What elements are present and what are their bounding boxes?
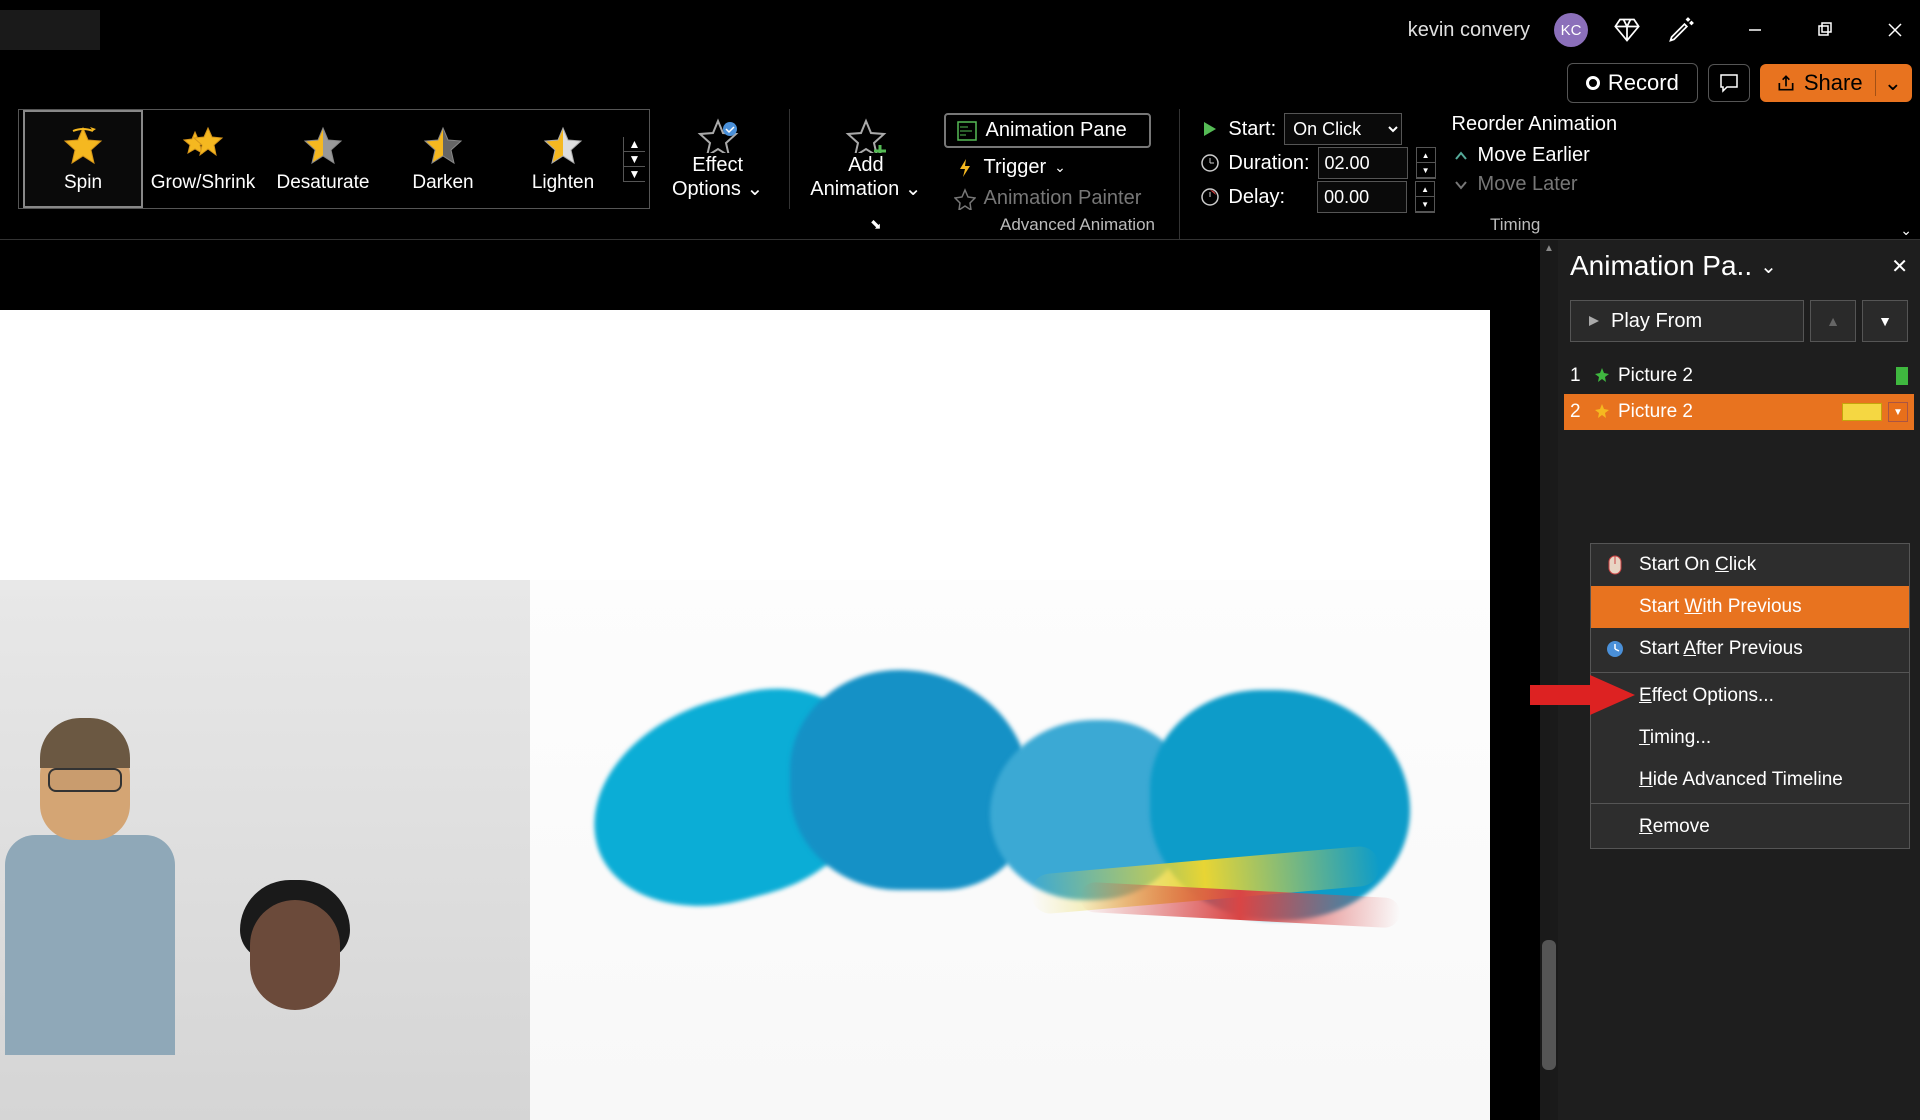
lighten-star-icon xyxy=(535,124,591,168)
delay-down[interactable]: ▼ xyxy=(1416,197,1434,212)
record-icon xyxy=(1586,76,1600,90)
delay-label: Delay: xyxy=(1228,186,1285,209)
clock-icon xyxy=(1603,637,1627,661)
effect-options-icon xyxy=(696,117,740,153)
painter-star-icon xyxy=(954,188,976,210)
maximize-button[interactable] xyxy=(1810,15,1840,45)
entrance-star-icon xyxy=(1592,366,1612,386)
app-tab-placeholder xyxy=(0,10,100,50)
gallery-scroll-down[interactable]: ▼ xyxy=(624,152,645,167)
grow-shrink-star-icon xyxy=(175,124,231,168)
start-label: Start: xyxy=(1228,118,1276,141)
panel-dropdown-icon[interactable]: ⌄ xyxy=(1760,254,1777,279)
timing-bar xyxy=(1842,403,1882,421)
play-triangle-icon xyxy=(1587,314,1601,328)
user-avatar[interactable]: KC xyxy=(1554,13,1588,47)
pen-sparkle-icon[interactable] xyxy=(1666,15,1696,45)
animation-dialog-launcher[interactable]: ⬊ xyxy=(870,216,882,233)
darken-star-icon xyxy=(415,124,471,168)
animation-item-dropdown[interactable]: ▼ xyxy=(1888,402,1908,422)
diamond-icon[interactable] xyxy=(1612,15,1642,45)
ctx-hide-timeline[interactable]: Hide Advanced Timeline xyxy=(1591,759,1909,801)
menu-separator xyxy=(1591,803,1909,804)
lightning-icon xyxy=(954,157,976,179)
animation-list: 1 Picture 2 2 Picture 2 ▼ xyxy=(1558,350,1920,438)
gallery-item-spin[interactable]: Spin xyxy=(23,110,143,208)
trigger-button[interactable]: Trigger ⌄ xyxy=(944,152,1152,183)
effect-options-button[interactable]: EffectOptions ⌄ xyxy=(658,109,777,209)
panel-move-up[interactable]: ▲ xyxy=(1810,300,1856,342)
delay-icon xyxy=(1200,187,1220,207)
chevron-down-icon xyxy=(1452,176,1470,194)
duration-input[interactable] xyxy=(1318,147,1408,179)
play-icon xyxy=(1200,119,1220,139)
animation-pane-title: Animation Pa.. ⌄ xyxy=(1570,250,1777,282)
gallery-item-grow-shrink[interactable]: Grow/Shrink xyxy=(143,110,263,208)
title-bar: kevin convery KC xyxy=(0,0,1920,60)
action-bar: Record Share ⌄ xyxy=(0,60,1920,105)
slide-editor[interactable] xyxy=(0,240,1540,1120)
timing-group: Start: On Click Duration: ▲▼ Delay: ▲▼ xyxy=(1179,109,1443,239)
advanced-animation-group-label: Advanced Animation xyxy=(1000,215,1155,235)
comments-button[interactable] xyxy=(1708,64,1750,102)
minimize-button[interactable] xyxy=(1740,15,1770,45)
move-earlier-button[interactable]: Move Earlier xyxy=(1452,142,1618,169)
user-name: kevin convery xyxy=(1408,19,1530,42)
desaturate-star-icon xyxy=(295,124,351,168)
timing-bar xyxy=(1896,367,1908,385)
slide-image-ink[interactable] xyxy=(530,580,1490,1120)
spin-star-icon xyxy=(55,124,111,168)
panel-move-down[interactable]: ▼ xyxy=(1862,300,1908,342)
duration-icon xyxy=(1200,153,1220,173)
scroll-thumb[interactable] xyxy=(1542,940,1556,1070)
gallery-item-lighten[interactable]: Lighten xyxy=(503,110,623,208)
animation-item-2[interactable]: 2 Picture 2 ▼ xyxy=(1564,394,1914,430)
share-button[interactable]: Share ⌄ xyxy=(1760,64,1912,102)
emphasis-star-icon xyxy=(1592,402,1612,422)
close-button[interactable] xyxy=(1880,15,1910,45)
gallery-scroll-up[interactable]: ▲ xyxy=(624,137,645,152)
slide-canvas xyxy=(0,310,1490,1120)
scroll-up-arrow[interactable]: ▲ xyxy=(1540,240,1558,256)
gallery-item-desaturate[interactable]: Desaturate xyxy=(263,110,383,208)
animation-painter-button: Animation Painter xyxy=(944,183,1152,214)
duration-up[interactable]: ▲ xyxy=(1417,148,1435,163)
ctx-remove[interactable]: Remove xyxy=(1591,806,1909,848)
start-select[interactable]: On Click xyxy=(1284,113,1402,145)
add-animation-button[interactable]: AddAnimation ⌄ xyxy=(789,109,935,209)
slide-image-people[interactable] xyxy=(0,580,530,1120)
chevron-up-icon xyxy=(1452,147,1470,165)
ribbon-animations: Spin Grow/Shrink Desaturate Darken Light… xyxy=(0,105,1920,240)
delay-up[interactable]: ▲ xyxy=(1416,182,1434,197)
animation-pane-button[interactable]: Animation Pane xyxy=(944,113,1152,148)
animation-item-1[interactable]: 1 Picture 2 xyxy=(1564,358,1914,394)
record-button[interactable]: Record xyxy=(1567,63,1698,103)
gallery-scroll: ▲ ▼ ▼ xyxy=(623,137,645,182)
timing-group-label: Timing xyxy=(1490,215,1540,235)
effect-options-label: EffectOptions ⌄ xyxy=(672,153,763,201)
ctx-start-with-previous[interactable]: Start With Previous xyxy=(1591,586,1909,628)
add-animation-label: AddAnimation ⌄ xyxy=(810,153,921,201)
duration-label: Duration: xyxy=(1228,152,1309,175)
delay-input[interactable] xyxy=(1317,181,1407,213)
animation-pane-icon xyxy=(956,120,978,142)
ctx-start-after-previous[interactable]: Start After Previous xyxy=(1591,628,1909,670)
gallery-item-darken[interactable]: Darken xyxy=(383,110,503,208)
mouse-icon xyxy=(1603,553,1627,577)
animation-gallery: Spin Grow/Shrink Desaturate Darken Light… xyxy=(18,109,650,209)
share-icon xyxy=(1776,73,1796,93)
add-animation-icon xyxy=(844,117,888,153)
ribbon-collapse-button[interactable]: ⌄ xyxy=(1900,222,1912,239)
move-later-button: Move Later xyxy=(1452,171,1618,198)
panel-close-button[interactable]: ✕ xyxy=(1891,254,1908,279)
annotation-arrow xyxy=(1530,670,1640,720)
gallery-scroll-more[interactable]: ▼ xyxy=(624,167,645,182)
reorder-animation-label: Reorder Animation xyxy=(1452,113,1618,136)
duration-down[interactable]: ▼ xyxy=(1417,163,1435,178)
play-from-button[interactable]: Play From xyxy=(1570,300,1804,342)
ctx-start-on-click[interactable]: Start On Click xyxy=(1591,544,1909,586)
ctx-timing[interactable]: Timing... xyxy=(1591,717,1909,759)
